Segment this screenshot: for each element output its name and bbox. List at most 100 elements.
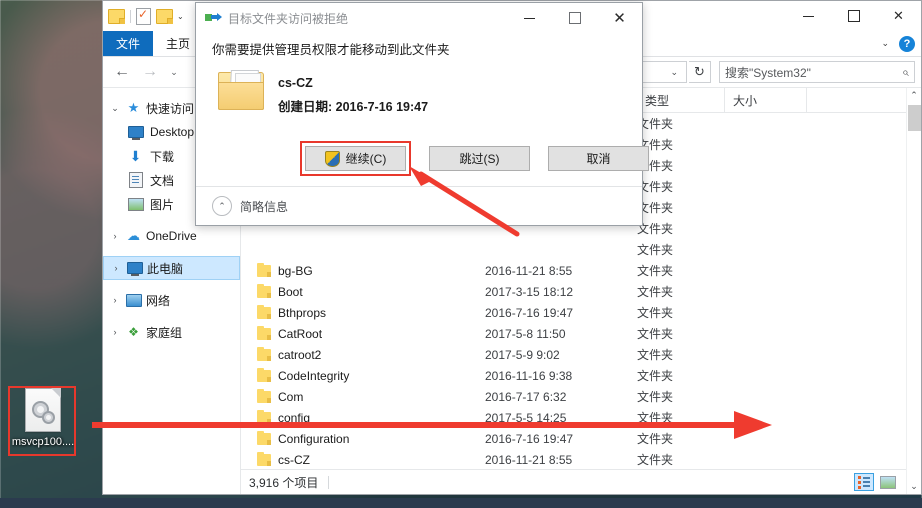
- sidebar-item-label: 此电脑: [147, 261, 184, 276]
- cell-date: 2016-7-17 6:32: [485, 389, 567, 404]
- cell-date: 2016-11-21 8:55: [485, 452, 573, 467]
- folder-created-date: 创建日期: 2016-7-16 19:47: [278, 100, 429, 114]
- forward-button[interactable]: →: [137, 60, 163, 84]
- scrollbar-track[interactable]: [907, 101, 922, 481]
- cell-date: 2017-5-9 9:02: [485, 347, 560, 362]
- folder-icon: [257, 388, 271, 403]
- less-details-label: 简略信息: [240, 199, 289, 214]
- minimize-button[interactable]: [786, 1, 831, 31]
- table-row[interactable]: Com 2016-7-17 6:32 文件夹: [241, 386, 906, 407]
- table-row[interactable]: cs-CZ 2016-11-21 8:55 文件夹: [241, 449, 906, 469]
- folder-icon: [218, 70, 264, 110]
- table-row[interactable]: Boot 2017-3-15 18:12 文件夹: [241, 281, 906, 302]
- table-row[interactable]: bg-BG 2016-11-21 8:55 文件夹: [241, 260, 906, 281]
- sidebar-item-label: 快速访问: [146, 101, 195, 116]
- help-icon[interactable]: ?: [899, 35, 915, 52]
- minimize-icon: [524, 17, 535, 19]
- cell-type: 文件夹: [637, 306, 674, 320]
- cell-name: Configuration: [278, 431, 350, 446]
- cell-type: 文件夹: [637, 222, 674, 236]
- back-button[interactable]: ←: [109, 60, 135, 84]
- table-row[interactable]: config 2017-5-5 14:25 文件夹: [241, 407, 906, 428]
- folder-icon: [257, 304, 271, 319]
- properties-icon[interactable]: [136, 7, 151, 25]
- skip-button[interactable]: 跳过(S): [429, 146, 530, 171]
- sidebar-item-onedrive[interactable]: › ☁ OneDrive: [103, 224, 240, 248]
- details-view-icon[interactable]: [854, 473, 874, 491]
- minimize-icon: [803, 15, 814, 17]
- dialog-footer[interactable]: ⌃ 简略信息: [196, 187, 642, 225]
- folder-icon: [257, 262, 271, 277]
- folder-name: cs-CZ: [278, 76, 313, 90]
- dialog-close-button[interactable]: ✕: [597, 3, 642, 33]
- table-row[interactable]: CatRoot 2017-5-8 11:50 文件夹: [241, 323, 906, 344]
- cell-type: 文件夹: [637, 432, 674, 446]
- vertical-scrollbar[interactable]: ⌃ ⌄: [906, 88, 921, 494]
- close-button[interactable]: ✕: [876, 1, 921, 31]
- dialog-maximize-button[interactable]: [552, 3, 597, 33]
- maximize-button[interactable]: [831, 1, 876, 31]
- large-icons-view-icon[interactable]: [878, 473, 898, 491]
- cell-name: config: [278, 410, 311, 425]
- chevron-down-icon[interactable]: ⌄: [177, 12, 184, 21]
- chevron-right-icon[interactable]: ›: [110, 263, 122, 273]
- scroll-down-icon[interactable]: ⌄: [910, 481, 918, 492]
- sidebar-item-label: 文档: [150, 173, 175, 188]
- sidebar-item-label: 图片: [150, 197, 175, 212]
- refresh-icon[interactable]: ↻: [689, 61, 711, 83]
- desktop-icon-msvcp100[interactable]: msvcp100....: [8, 386, 77, 456]
- chevron-right-icon[interactable]: ›: [109, 231, 121, 241]
- monitor-icon: [127, 126, 144, 140]
- folder-icon[interactable]: [108, 8, 125, 24]
- chevron-up-icon[interactable]: ⌃: [212, 196, 232, 216]
- screen: msvcp100.... ⌄ ✕ 文件 主页 ⌄ ?: [0, 0, 922, 508]
- view-mode-buttons: [854, 473, 898, 491]
- scroll-up-icon[interactable]: ⌃: [910, 90, 918, 101]
- folder-icon: [257, 283, 271, 298]
- table-row[interactable]: CodeIntegrity 2016-11-16 9:38 文件夹: [241, 365, 906, 386]
- close-icon: ✕: [613, 9, 626, 27]
- quick-access-toolbar: ⌄: [103, 7, 184, 25]
- taskbar[interactable]: [0, 498, 922, 508]
- recent-locations-button[interactable]: ⌄: [165, 60, 183, 84]
- cell-type: 文件夹: [637, 264, 674, 278]
- table-row[interactable]: 文件夹: [241, 239, 906, 260]
- new-folder-icon[interactable]: [156, 8, 173, 24]
- dialog-minimize-button[interactable]: [507, 3, 552, 33]
- chevron-down-icon[interactable]: ⌄: [666, 67, 682, 78]
- cell-name: Bthprops: [278, 305, 327, 320]
- download-icon: ⬇: [129, 147, 142, 164]
- table-row[interactable]: Configuration 2016-7-16 19:47 文件夹: [241, 428, 906, 449]
- cell-date: 2016-7-16 19:47: [485, 305, 574, 320]
- continue-button[interactable]: 继续(C): [305, 146, 406, 171]
- cell-type: 文件夹: [637, 348, 674, 362]
- cancel-button[interactable]: 取消: [548, 146, 649, 171]
- gear-icon: [42, 411, 55, 424]
- search-input[interactable]: 搜索"System32": [725, 64, 898, 81]
- continue-button-label: 继续(C): [345, 152, 387, 166]
- dialog-title: 目标文件夹访问被拒绝: [228, 11, 349, 26]
- access-denied-dialog: 目标文件夹访问被拒绝 ✕ 你需要提供管理员权限才能移动到此文件夹 cs-CZ 创…: [195, 2, 649, 226]
- sidebar-item-network[interactable]: › 网络: [103, 288, 240, 312]
- sidebar-item-label: 网络: [146, 293, 171, 308]
- sidebar-item-homegroup[interactable]: › ❖ 家庭组: [103, 320, 240, 344]
- chevron-right-icon[interactable]: ›: [109, 295, 121, 305]
- scrollbar-thumb[interactable]: [907, 105, 921, 131]
- column-header-type[interactable]: 类型: [637, 88, 725, 112]
- table-row[interactable]: Bthprops 2016-7-16 19:47 文件夹: [241, 302, 906, 323]
- cell-date: 2016-11-16 9:38: [485, 368, 573, 383]
- folder-icon: [257, 409, 271, 424]
- sidebar-item-this-pc[interactable]: › 此电脑: [103, 256, 240, 280]
- cell-type: 文件夹: [637, 117, 674, 131]
- dialog-title-bar: 目标文件夹访问被拒绝 ✕: [196, 3, 642, 33]
- tab-file[interactable]: 文件: [103, 31, 154, 56]
- search-icon: ⌕: [902, 64, 909, 79]
- chevron-right-icon[interactable]: ›: [109, 327, 121, 337]
- chevron-down-icon[interactable]: ⌄: [109, 103, 121, 114]
- cell-name: CodeIntegrity: [278, 368, 350, 383]
- chevron-down-icon[interactable]: ⌄: [881, 38, 889, 49]
- column-header-size[interactable]: 大小: [725, 88, 807, 112]
- table-row[interactable]: catroot2 2017-5-9 9:02 文件夹: [241, 344, 906, 365]
- cell-type: 文件夹: [637, 369, 674, 383]
- search-box[interactable]: 搜索"System32" ⌕: [719, 61, 915, 83]
